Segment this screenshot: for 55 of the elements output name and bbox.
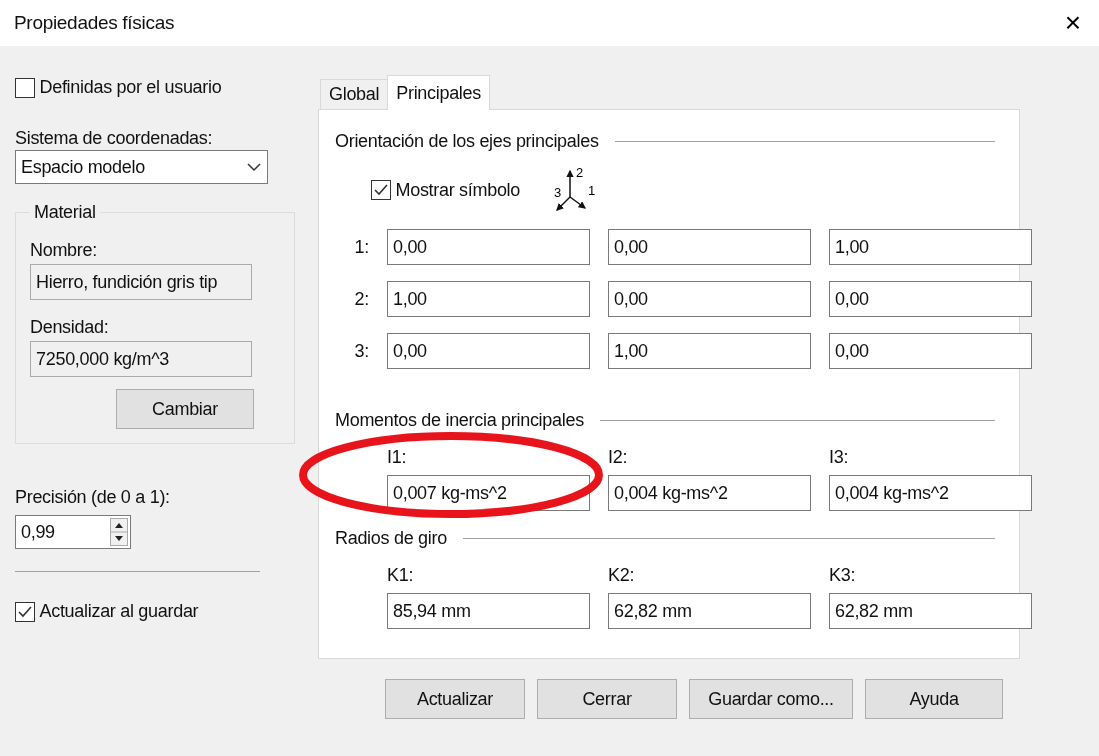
checkbox-label[interactable]: Actualizar al guardar [39,598,199,625]
dialog-button[interactable]: Guardar como... [689,679,853,719]
density-field: 7250,000 kg/m^3 [30,341,252,377]
dialog-button[interactable]: Actualizar [385,679,525,719]
value-field[interactable]: 1,00 [829,229,1032,265]
value-field[interactable]: 0,00 [387,333,590,369]
value-field[interactable]: 0,00 [608,229,811,265]
field-label: K3: [829,564,857,587]
moment-field[interactable]: 0,004 kg-ms^2 [829,475,1032,511]
change-button[interactable]: Cambiar [116,389,254,429]
value-field[interactable]: 0,00 [829,281,1032,317]
moment-field[interactable]: 0,004 kg-ms^2 [608,475,811,511]
value-field[interactable]: 1,00 [608,333,811,369]
field-label: Precisión (de 0 a 1): [15,486,171,509]
dialog-button[interactable]: Ayuda [865,679,1003,719]
field-label: I2: [608,446,629,469]
checkbox[interactable] [15,77,35,98]
field-label: K2: [608,564,636,587]
checkbox-label[interactable]: Definidas por el usuario [39,74,222,101]
radius-field[interactable]: 85,94 mm [387,593,590,629]
chevron-down-icon[interactable] [246,162,262,172]
row-label: 2: [353,287,369,311]
field-label: Sistema de coordenadas: [15,128,214,148]
row-label: 1: [353,235,369,259]
field-label: I1: [387,446,408,469]
value-field[interactable]: 0,00 [608,281,811,317]
row-label: 3: [353,339,369,363]
tab[interactable]: Principales [387,75,490,110]
field-label: I3: [829,446,850,469]
tab[interactable]: Global [320,79,389,109]
coordinate-dropdown[interactable]: Espacio modelo [15,150,268,184]
section-heading: Orientación de los ejes principales [335,130,599,153]
field-label: Densidad: [30,316,110,339]
field-label: K1: [387,564,415,587]
axes-icon [556,169,587,211]
axis-label: 3 [554,185,561,200]
section-heading: Radios de giro [335,527,447,550]
close-button[interactable]: × [1060,9,1085,37]
dialog-button[interactable]: Cerrar [537,679,677,719]
name-field: Hierro, fundición gris tip [30,264,252,300]
spin-arrows-icon[interactable] [110,518,128,546]
checkbox-label[interactable]: Mostrar símbolo [395,176,521,204]
precision-spinner[interactable]: 0,99 [15,515,131,549]
radius-field[interactable]: 62,82 mm [608,593,811,629]
axis-label: 2 [576,165,583,180]
checkbox[interactable] [15,601,35,622]
window-title: Propiedades físicas [14,10,175,35]
checkbox[interactable] [371,180,391,200]
value-field[interactable]: 0,00 [829,333,1032,369]
radius-field[interactable]: 62,82 mm [829,593,1032,629]
value-field[interactable]: 1,00 [387,281,590,317]
value-field[interactable]: 0,00 [387,229,590,265]
section-heading: Momentos de inercia principales [335,409,584,432]
axis-label: 1 [588,183,595,198]
field-label: Nombre: [30,239,98,262]
